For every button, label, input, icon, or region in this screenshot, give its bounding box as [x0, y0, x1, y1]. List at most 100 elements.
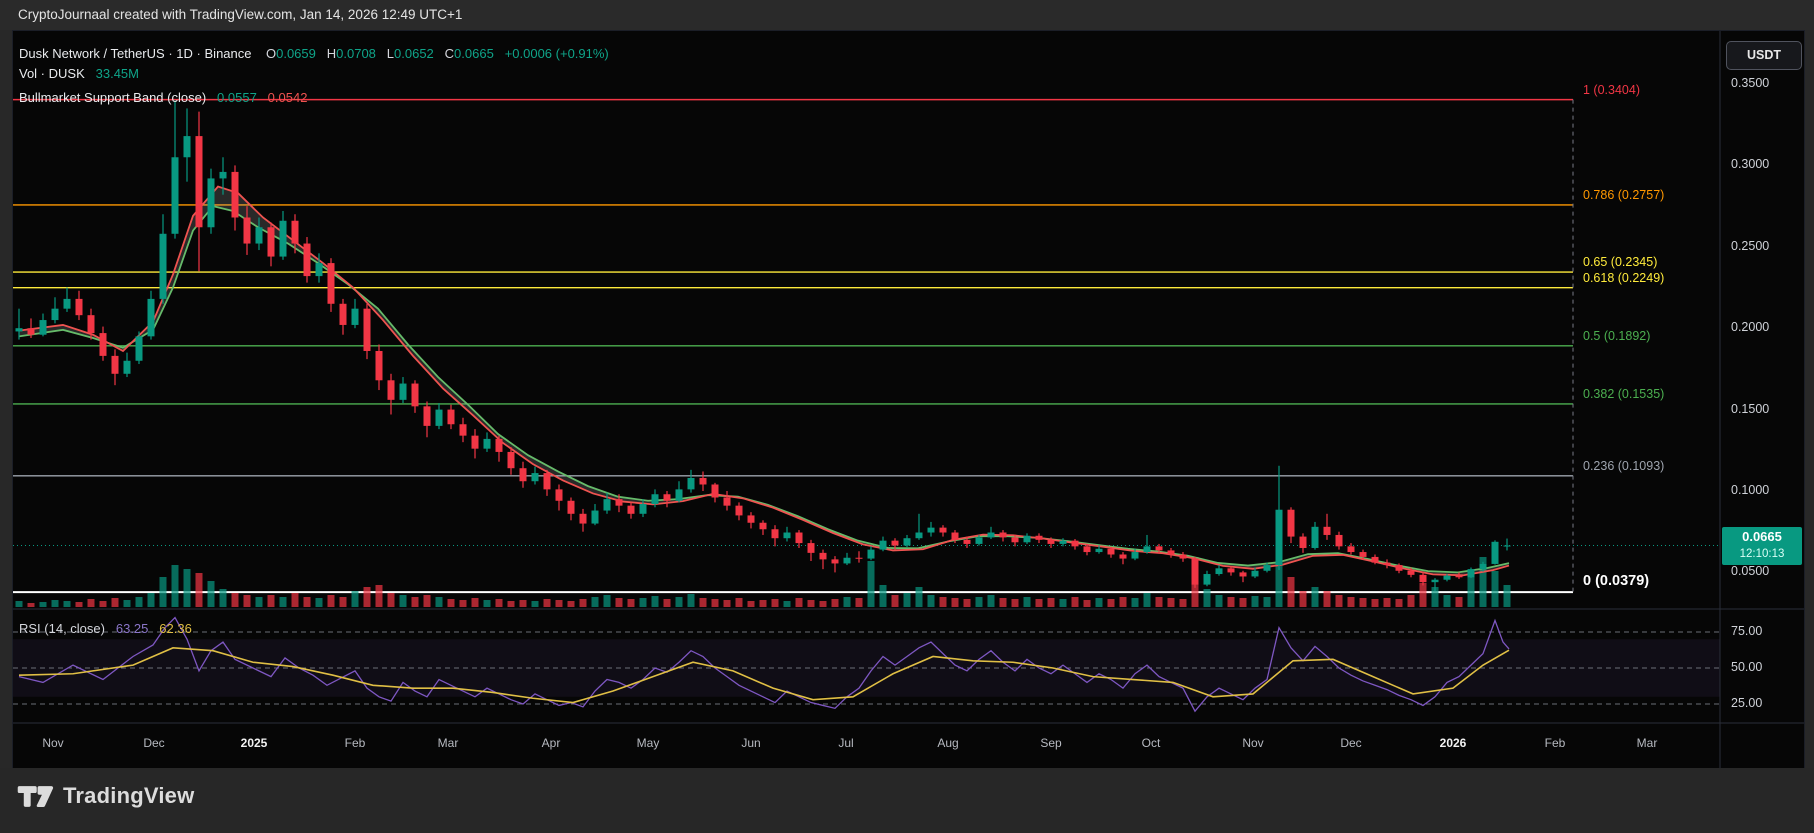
- candle-body: [976, 537, 983, 544]
- volume-bar: [28, 603, 35, 607]
- volume-bar: [1240, 598, 1247, 607]
- volume-bar: [760, 600, 767, 607]
- time-axis-label: Dec: [1340, 736, 1361, 750]
- volume-bar: [940, 597, 947, 607]
- candle-body: [172, 157, 179, 234]
- candle-body: [136, 336, 143, 360]
- candle-body: [1276, 510, 1283, 565]
- candle-body: [1096, 549, 1103, 552]
- price-scale-label: 0.1000: [1731, 483, 1769, 497]
- volume-bar: [1348, 597, 1355, 607]
- price-axis[interactable]: USDT 0.35000.30000.25000.20000.15000.100…: [1720, 31, 1804, 769]
- volume-bar: [208, 581, 215, 607]
- volume-bar: [172, 565, 179, 607]
- candle-body: [220, 172, 227, 179]
- candle-body: [88, 315, 95, 333]
- time-axis-label: Feb: [1545, 736, 1566, 750]
- candle-body: [1336, 535, 1343, 546]
- support-band-red-line: [19, 187, 1509, 576]
- candle-body: [640, 504, 647, 514]
- symbol-legend-row[interactable]: Dusk Network / TetherUS · 1D · Binance O…: [19, 46, 609, 61]
- candle-body: [760, 523, 767, 530]
- candle-body: [16, 328, 23, 331]
- volume-bar: [568, 601, 575, 607]
- candle-body: [808, 543, 815, 553]
- tradingview-logo[interactable]: TradingView: [16, 783, 194, 809]
- volume-bar: [628, 599, 635, 607]
- rsi-legend-row[interactable]: RSI (14, close) 63.25 62.36: [19, 621, 192, 636]
- volume-bar: [712, 599, 719, 607]
- candle-body: [880, 541, 887, 550]
- candle-body: [700, 478, 707, 485]
- volume-bar: [304, 597, 311, 607]
- volume-bar: [784, 601, 791, 607]
- candle-body: [1204, 574, 1211, 585]
- symbol-title: Dusk Network / TetherUS: [19, 46, 165, 61]
- time-axis-label: Apr: [542, 736, 561, 750]
- volume-legend-row[interactable]: Vol · DUSK 33.45M: [19, 66, 139, 81]
- volume-bar: [808, 600, 815, 607]
- volume-bar: [460, 600, 467, 607]
- time-axis-label: Nov: [42, 736, 63, 750]
- chart-canvas[interactable]: [13, 31, 1804, 769]
- candle-body: [208, 178, 215, 227]
- volume-bar: [436, 597, 443, 607]
- volume-bar: [772, 599, 779, 607]
- candle-body: [1192, 559, 1199, 585]
- current-price-badge[interactable]: 0.0665 12:10:13: [1722, 527, 1802, 565]
- candle-body: [832, 559, 839, 563]
- volume-bar: [496, 599, 503, 607]
- volume-bar: [412, 597, 419, 607]
- currency-toggle-button[interactable]: USDT: [1726, 41, 1802, 70]
- time-axis-label: Aug: [937, 736, 958, 750]
- low-label: L: [387, 46, 394, 61]
- tradingview-logo-icon: [16, 784, 54, 809]
- candle-body: [1012, 537, 1019, 542]
- candle-body: [688, 478, 695, 489]
- volume-bar: [916, 587, 923, 607]
- candle-body: [1396, 565, 1403, 571]
- volume-bar: [700, 598, 707, 607]
- candle-body: [436, 410, 443, 426]
- candle-body: [304, 244, 311, 277]
- volume-bar: [880, 585, 887, 607]
- chart-widget: Dusk Network / TetherUS · 1D · Binance O…: [12, 30, 1805, 770]
- volume-bar: [100, 601, 107, 607]
- volume-bar: [544, 599, 551, 607]
- volume-bar: [76, 602, 83, 607]
- volume-bar: [1132, 598, 1139, 607]
- time-axis-label: 2025: [241, 736, 268, 750]
- candle-body: [1036, 536, 1043, 540]
- band-red-value: 0.0542: [268, 90, 308, 105]
- candle-body: [412, 384, 419, 407]
- candle-body: [352, 309, 359, 325]
- volume-bar: [1228, 597, 1235, 607]
- volume-bar: [1108, 599, 1115, 607]
- rsi-label: RSI (14, close): [19, 621, 105, 636]
- fib-level-label: 0.382 (0.1535): [1583, 387, 1664, 401]
- volume-bar: [736, 598, 743, 607]
- volume-bar: [1024, 597, 1031, 607]
- candle-body: [952, 533, 959, 540]
- band-legend-row[interactable]: Bullmarket Support Band (close) 0.0557 0…: [19, 90, 307, 105]
- volume-bar: [820, 601, 827, 607]
- candle-body: [1420, 575, 1427, 582]
- volume-bar: [52, 600, 59, 607]
- volume-bar: [1048, 598, 1055, 607]
- candle-body: [328, 263, 335, 304]
- candle-body: [1132, 552, 1139, 559]
- volume-bar: [1252, 596, 1259, 607]
- band-green-value: 0.0557: [217, 90, 257, 105]
- candle-body: [736, 506, 743, 516]
- candle-body: [556, 489, 563, 500]
- candle-body: [1312, 527, 1319, 548]
- candle-body: [268, 227, 275, 256]
- candle-body: [1432, 580, 1439, 582]
- candle-body: [1180, 554, 1187, 558]
- open-label: O: [266, 46, 276, 61]
- volume-bar: [856, 598, 863, 607]
- close-value: 0.0665: [454, 46, 494, 61]
- volume-bar: [688, 594, 695, 607]
- current-price-value: 0.0665: [1722, 527, 1802, 547]
- candle-body: [1072, 541, 1079, 547]
